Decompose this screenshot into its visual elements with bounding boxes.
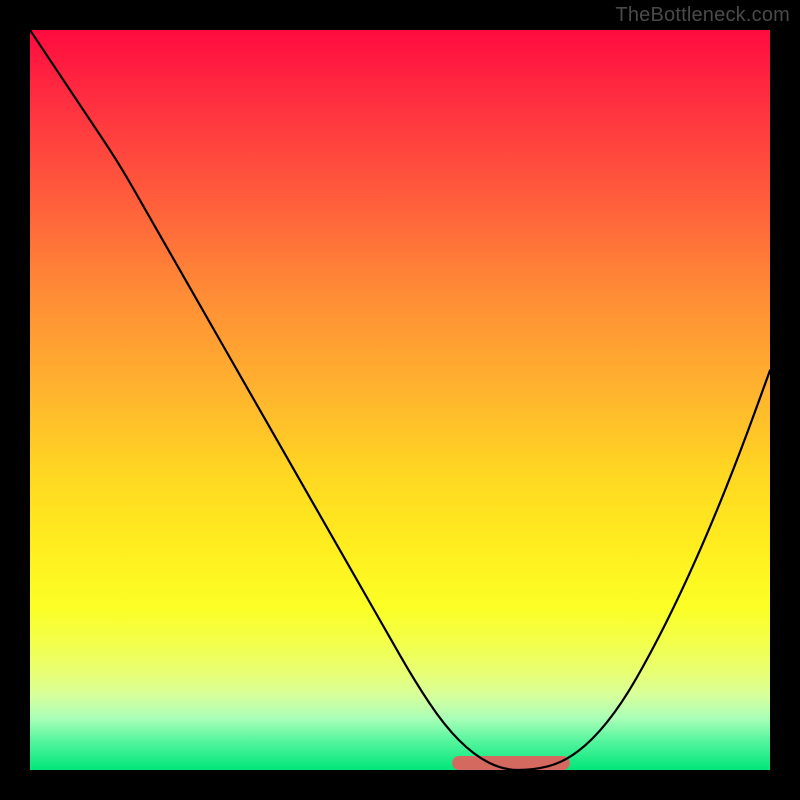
chart-container: TheBottleneck.com xyxy=(0,0,800,800)
plot-area xyxy=(30,30,770,770)
bottleneck-curve xyxy=(30,30,770,770)
chart-svg xyxy=(30,30,770,770)
watermark-text: TheBottleneck.com xyxy=(615,4,790,27)
